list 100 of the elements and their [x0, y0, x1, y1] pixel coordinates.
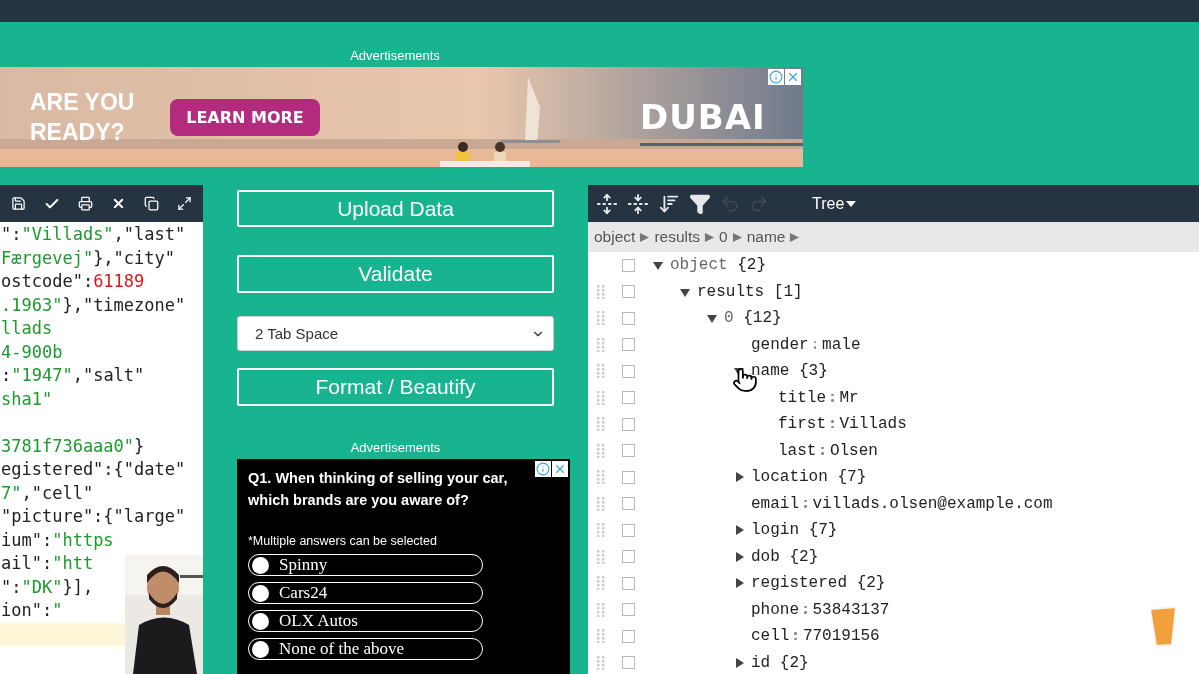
filter-icon[interactable] [689, 192, 711, 215]
tree-value: Olsen [829, 441, 878, 460]
tree-key: dob [751, 547, 780, 566]
code-line: :"1947","salt" [0, 364, 146, 387]
drag-handle-icon[interactable] [597, 284, 605, 299]
row-checkbox[interactable] [622, 550, 635, 564]
row-checkbox[interactable] [622, 444, 635, 458]
tree-key: last [778, 441, 817, 460]
code-line: 3781f736aaa0"} [0, 434, 146, 458]
row-checkbox[interactable] [622, 523, 635, 537]
close-icon[interactable] [111, 196, 126, 211]
row-checkbox[interactable] [622, 470, 635, 484]
tree-key: login [751, 521, 799, 540]
code-line: llads [0, 317, 54, 340]
save-icon[interactable] [11, 196, 26, 211]
drag-handle-icon[interactable] [597, 390, 605, 405]
ad-headline: ARE YOU READY? [30, 88, 136, 147]
redo-icon[interactable] [749, 193, 769, 214]
code-line: ium":"https [0, 528, 115, 552]
tree-key: name [751, 362, 790, 381]
row-checkbox[interactable] [622, 629, 635, 643]
expand-triangle-icon[interactable] [733, 550, 745, 563]
fullscreen-icon[interactable] [177, 196, 192, 211]
copy-icon[interactable] [144, 196, 159, 211]
row-checkbox[interactable] [622, 391, 635, 405]
tree-count: {12} [743, 309, 782, 328]
tree-key: email [751, 494, 799, 513]
tree-key: cell [751, 627, 790, 646]
tree-count: {7} [837, 468, 867, 487]
tree-value: villads.olsen@example.com [812, 494, 1053, 513]
row-checkbox[interactable] [622, 576, 635, 590]
colon-icon [821, 446, 824, 455]
ad-label: Advertisements [349, 48, 441, 64]
drag-handle-icon[interactable] [597, 311, 605, 326]
colon-icon [804, 499, 807, 508]
drag-handle-icon[interactable] [597, 629, 605, 644]
drag-handle-icon[interactable] [597, 602, 605, 617]
expand-triangle-icon[interactable] [733, 524, 745, 537]
drag-handle-icon[interactable] [597, 655, 605, 670]
colon-icon [831, 420, 834, 429]
code-line: 7","cell" [0, 481, 95, 505]
drag-handle-icon[interactable] [597, 496, 605, 511]
tree-count: {2} [779, 653, 809, 672]
drag-handle-icon[interactable] [597, 576, 605, 591]
tree-key: 0 [724, 309, 734, 328]
mode-dropdown[interactable]: Tree [806, 193, 863, 214]
row-checkbox[interactable] [622, 285, 635, 299]
expand-triangle-icon[interactable] [733, 577, 745, 590]
expand-all-icon[interactable] [596, 192, 618, 215]
row-checkbox[interactable] [622, 497, 635, 511]
tree-count: {2} [789, 547, 819, 566]
tree-value: Villads [839, 415, 907, 434]
breadcrumb-item[interactable]: 0 [719, 228, 728, 246]
info-icon[interactable] [535, 461, 551, 477]
ad-logo: DUBAI [640, 97, 766, 137]
mug-icon[interactable] [1148, 605, 1178, 647]
row-checkbox[interactable] [622, 603, 635, 617]
drag-handle-icon[interactable] [597, 549, 605, 564]
breadcrumb-item[interactable]: name [746, 228, 786, 246]
drag-handle-icon[interactable] [597, 523, 605, 538]
collapse-triangle-icon[interactable] [652, 259, 664, 272]
breadcrumb-item[interactable]: results [654, 228, 701, 246]
collapse-all-icon[interactable] [627, 192, 649, 215]
row-checkbox[interactable] [622, 364, 635, 378]
breadcrumb-item[interactable]: object [594, 228, 636, 246]
drag-handle-icon[interactable] [597, 470, 605, 485]
code-line: ion":" [0, 599, 64, 622]
tree-key: title [778, 388, 826, 407]
tree-value: 53843137 [812, 600, 890, 619]
expand-triangle-icon[interactable] [733, 656, 745, 669]
tree-key: object [670, 256, 728, 275]
print-icon[interactable] [78, 196, 93, 211]
drag-handle-icon[interactable] [597, 364, 605, 379]
drag-handle-icon[interactable] [597, 337, 605, 352]
row-checkbox[interactable] [622, 258, 635, 272]
tree-key: phone [751, 600, 799, 619]
tree-key: location [751, 468, 828, 487]
code-line: ail":"htt [0, 552, 95, 575]
code-line: ostcode":61189 [0, 270, 146, 293]
triangle-separator-icon [731, 231, 743, 243]
drag-handle-icon[interactable] [597, 443, 605, 458]
expand-triangle-icon[interactable] [733, 471, 745, 484]
tree-key: results [697, 282, 765, 301]
tree-value: 77019156 [802, 627, 880, 646]
row-checkbox[interactable] [622, 311, 635, 325]
indent-select[interactable]: 2 Tab Space [237, 316, 554, 351]
collapse-triangle-icon[interactable] [706, 312, 718, 325]
triangle-separator-icon [789, 231, 801, 243]
info-icon[interactable] [768, 69, 784, 85]
drag-handle-icon[interactable] [597, 417, 605, 432]
survey-question: Q1. When thinking of selling your car, which brands are you aware of? [248, 469, 509, 510]
undo-icon[interactable] [720, 193, 740, 214]
tree-count: {3} [799, 362, 828, 381]
survey-note: *Multiple answers can be selected [248, 534, 438, 548]
row-checkbox[interactable] [622, 338, 635, 352]
code-line: ":"Villads","last" [0, 223, 187, 246]
row-checkbox[interactable] [622, 417, 635, 431]
tree-count: {2} [737, 256, 767, 275]
row-checkbox[interactable] [622, 656, 635, 670]
learn-more-button[interactable]: LEARN MORE [170, 98, 320, 136]
